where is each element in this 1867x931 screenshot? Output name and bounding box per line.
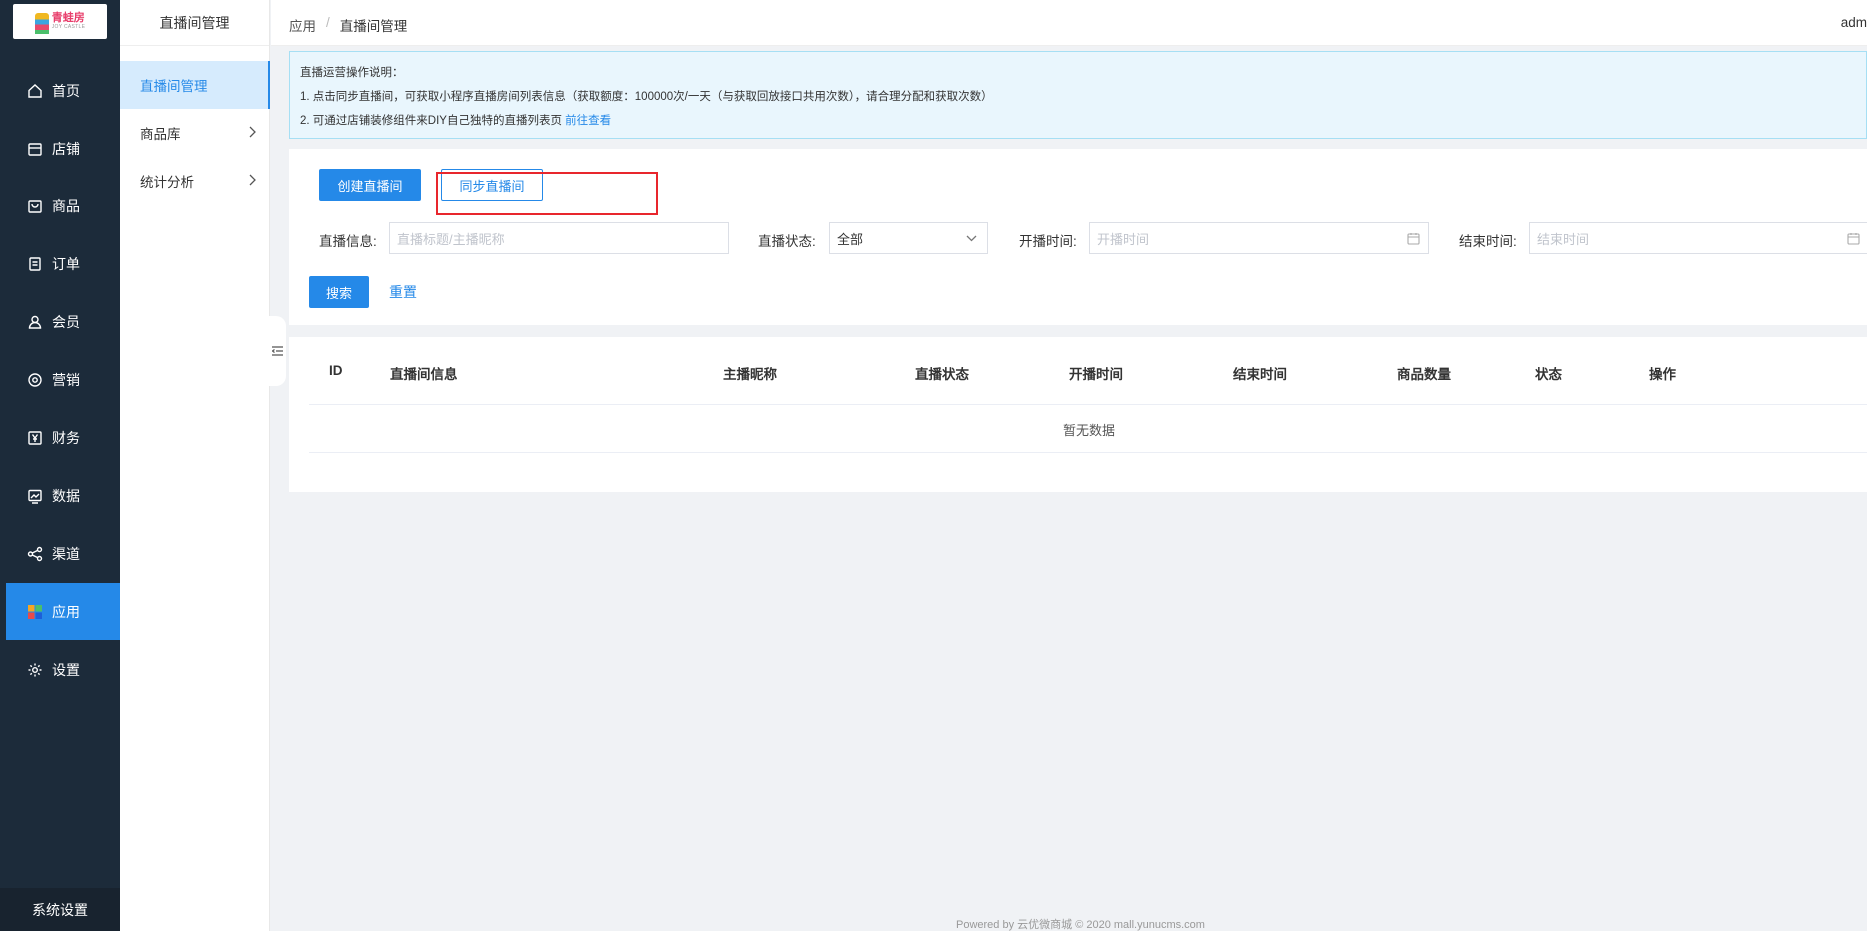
- live-status-label: 直播状态:: [758, 234, 816, 249]
- calendar-icon: [1847, 232, 1860, 248]
- operation-notice: 直播运营操作说明： 1. 点击同步直播间，可获取小程序直播房间列表信息（获取额度…: [289, 51, 1867, 139]
- nav-item-data[interactable]: 数据: [6, 467, 120, 524]
- chevron-right-icon: [248, 174, 256, 189]
- nav-item-finance[interactable]: 财务: [6, 409, 120, 466]
- user-menu[interactable]: adm: [1841, 15, 1867, 30]
- top-header: 应用 / 直播间管理 adm: [271, 0, 1867, 46]
- nav-label: 店铺: [52, 140, 80, 157]
- sub-item-label: 统计分析: [140, 175, 194, 190]
- breadcrumb-separator: /: [326, 15, 330, 30]
- column-header-id: ID: [329, 363, 343, 378]
- system-settings-button[interactable]: 系统设置: [0, 888, 120, 931]
- calendar-icon: [1407, 232, 1420, 248]
- nav-item-goods[interactable]: 商品: [6, 177, 120, 234]
- bag-icon: [26, 197, 44, 215]
- live-info-label: 直播信息:: [319, 234, 377, 249]
- data-icon: [26, 487, 44, 505]
- search-button[interactable]: 搜索: [309, 276, 369, 308]
- notice-title: 直播运营操作说明：: [300, 67, 404, 79]
- column-header-room-info: 直播间信息: [390, 367, 458, 382]
- column-header-live-status: 直播状态: [915, 367, 969, 382]
- notice-line-1: 1. 点击同步直播间，可获取小程序直播房间列表信息（获取额度：100000次/一…: [300, 91, 993, 103]
- end-time-placeholder: 结束时间: [1537, 231, 1590, 247]
- nav-item-orders[interactable]: 订单: [6, 235, 120, 292]
- notice-line-2: 2. 可通过店铺装修组件来DIY自己独特的直播列表页: [300, 115, 562, 127]
- sub-item-live-rooms[interactable]: 直播间管理: [120, 61, 270, 109]
- start-time-input[interactable]: 开播时间: [1089, 222, 1429, 254]
- sub-item-goods-library[interactable]: 商品库: [120, 109, 270, 157]
- highlight-box: [436, 172, 658, 215]
- user-icon: [26, 313, 44, 331]
- sub-item-statistics[interactable]: 统计分析: [120, 157, 270, 205]
- apps-icon: [26, 603, 44, 621]
- store-icon: [26, 140, 44, 158]
- nav-label: 订单: [52, 255, 80, 272]
- main-nav: 青蛙房 JOY CASTLE 首页 店铺 商品 订单 会员 营销 财务 数据 渠…: [0, 0, 120, 931]
- marketing-icon: [26, 371, 44, 389]
- live-status-value: 全部: [837, 231, 864, 247]
- live-info-input[interactable]: 直播标题/主播昵称: [389, 222, 729, 254]
- column-header-end-time: 结束时间: [1233, 367, 1287, 382]
- sub-item-label: 商品库: [140, 127, 181, 142]
- table-divider: [309, 452, 1867, 453]
- breadcrumb-item-current: 直播间管理: [339, 19, 408, 34]
- empty-state-text: 暂无数据: [1063, 423, 1116, 438]
- chevron-down-icon: [966, 232, 977, 247]
- nav-label: 首页: [52, 82, 80, 99]
- column-header-status: 状态: [1535, 367, 1562, 382]
- table-divider: [309, 404, 1867, 405]
- go-view-link[interactable]: 前往查看: [565, 115, 611, 127]
- live-status-select[interactable]: 全部: [829, 222, 988, 254]
- sub-menu-title: 直播间管理: [120, 0, 269, 46]
- nav-label: 渠道: [52, 545, 80, 562]
- menu-fold-icon: [271, 343, 283, 359]
- logo[interactable]: 青蛙房 JOY CASTLE: [13, 4, 107, 39]
- notice-line-2-wrap: 2. 可通过店铺装修组件来DIY自己独特的直播列表页 前往查看: [300, 109, 1856, 133]
- reset-button[interactable]: 重置: [389, 282, 417, 302]
- live-room-table: [289, 337, 1867, 492]
- nav-item-settings[interactable]: 设置: [6, 641, 120, 698]
- nav-label: 商品: [52, 197, 80, 214]
- chevron-right-icon: [248, 126, 256, 141]
- breadcrumb: 应用 / 直播间管理: [289, 15, 407, 35]
- column-header-anchor: 主播昵称: [723, 367, 777, 382]
- nav-item-home[interactable]: 首页: [6, 62, 120, 119]
- nav-item-apps[interactable]: 应用: [6, 583, 120, 640]
- column-header-start-time: 开播时间: [1069, 367, 1123, 382]
- start-time-label: 开播时间:: [1019, 234, 1077, 249]
- gear-icon: [26, 661, 44, 679]
- nav-item-channel[interactable]: 渠道: [6, 525, 120, 582]
- logo-subtext: JOY CASTLE: [51, 24, 86, 30]
- sub-menu: 直播间管理 直播间管理 商品库 统计分析: [120, 0, 270, 931]
- logo-text: 青蛙房: [51, 12, 85, 24]
- start-time-placeholder: 开播时间: [1097, 231, 1150, 247]
- end-time-input[interactable]: 结束时间: [1529, 222, 1867, 254]
- finance-icon: [26, 429, 44, 447]
- breadcrumb-item[interactable]: 应用: [289, 15, 316, 35]
- nav-item-members[interactable]: 会员: [6, 293, 120, 350]
- create-live-room-button[interactable]: 创建直播间: [319, 169, 421, 201]
- column-header-goods-count: 商品数量: [1397, 367, 1451, 382]
- nav-item-marketing[interactable]: 营销: [6, 351, 120, 408]
- home-icon: [26, 82, 44, 100]
- sub-item-label: 直播间管理: [140, 79, 208, 94]
- nav-label: 应用: [52, 603, 80, 620]
- nav-label: 数据: [52, 487, 80, 504]
- logo-mark-icon: [34, 10, 49, 34]
- nav-label: 会员: [52, 313, 80, 330]
- end-time-label: 结束时间:: [1459, 234, 1517, 249]
- collapse-menu-toggle[interactable]: [268, 316, 286, 386]
- order-icon: [26, 255, 44, 273]
- nav-label: 营销: [52, 371, 80, 388]
- nav-item-store[interactable]: 店铺: [6, 120, 120, 177]
- footer-copyright: Powered by 云优微商城 © 2020 mall.yunucms.com: [956, 919, 1205, 931]
- nav-label: 设置: [52, 661, 80, 678]
- nav-label: 财务: [52, 429, 80, 446]
- column-header-actions: 操作: [1649, 367, 1676, 382]
- channel-icon: [26, 545, 44, 563]
